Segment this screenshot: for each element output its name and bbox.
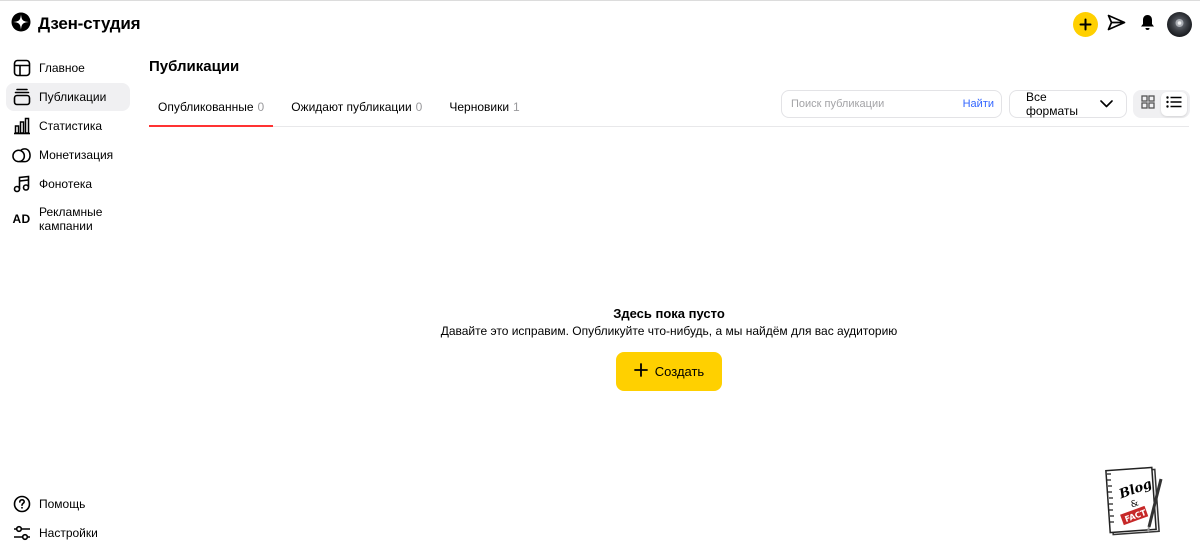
- sidebar-nav: Главное Публикации Статистика Монетизаци…: [6, 54, 130, 240]
- send-button[interactable]: [1101, 11, 1132, 38]
- format-filter-dropdown[interactable]: Все форматы: [1009, 90, 1127, 118]
- sidebar-item-label: Публикации: [39, 90, 107, 104]
- coins-icon: [12, 146, 31, 165]
- sidebar-item-settings[interactable]: Настройки: [6, 519, 130, 547]
- help-icon: [12, 495, 31, 514]
- plus-icon: [633, 363, 648, 380]
- create-button-label: Создать: [654, 364, 705, 379]
- list-view-button[interactable]: [1161, 92, 1187, 116]
- chart-icon: [12, 117, 31, 136]
- search-input[interactable]: [791, 98, 963, 110]
- sidebar-bottom: Помощь Настройки: [6, 490, 130, 548]
- publications-icon: [12, 88, 31, 107]
- empty-state: Здесь пока пусто Давайте это исправим. О…: [369, 306, 969, 338]
- sidebar-item-monetization[interactable]: Монетизация: [6, 141, 130, 169]
- plus-icon: [1073, 12, 1098, 37]
- dashboard-icon: [12, 59, 31, 78]
- notifications-button[interactable]: [1132, 11, 1163, 38]
- tab-published[interactable]: Опубликованные 0: [149, 87, 274, 127]
- tab-count: 0: [257, 99, 265, 114]
- blog-fact-watermark: Blog & FACT: [1105, 465, 1167, 537]
- app-logo[interactable]: Дзен-студия: [11, 12, 141, 37]
- bell-icon: [1140, 14, 1155, 36]
- format-filter-value: Все форматы: [1026, 90, 1079, 118]
- sidebar-item-label: Фонотека: [39, 177, 93, 191]
- tab-drafts[interactable]: Черновики 1: [440, 87, 528, 126]
- empty-state-title: Здесь пока пусто: [613, 306, 725, 321]
- tab-count: 1: [513, 99, 520, 114]
- page-title: Публикации: [149, 58, 240, 75]
- create-quick-button[interactable]: [1070, 11, 1101, 38]
- ad-icon: AD: [12, 212, 31, 226]
- settings-icon: [12, 524, 31, 543]
- list-icon: [1166, 95, 1182, 113]
- grid-view-button[interactable]: [1135, 92, 1161, 116]
- tab-count: 0: [415, 99, 423, 114]
- empty-state-text: Давайте это исправим. Опубликуйте что-ни…: [440, 324, 898, 338]
- sidebar-item-main[interactable]: Главное: [6, 54, 130, 82]
- create-button[interactable]: Создать: [616, 352, 722, 391]
- zen-logo-icon: [11, 12, 31, 37]
- send-icon: [1107, 14, 1126, 36]
- view-mode-toggle: [1133, 90, 1190, 118]
- search-find-button[interactable]: Найти: [963, 98, 994, 110]
- sidebar-item-help[interactable]: Помощь: [6, 490, 130, 518]
- sidebar-item-label: Рекламные кампании: [39, 205, 103, 233]
- avatar[interactable]: [1167, 12, 1192, 37]
- sidebar-item-phonoteka[interactable]: Фонотека: [6, 170, 130, 198]
- sidebar-item-label: Настройки: [39, 526, 98, 540]
- sidebar-item-label: Монетизация: [39, 148, 114, 162]
- sidebar-item-statistics[interactable]: Статистика: [6, 112, 130, 140]
- sidebar-item-label: Статистика: [39, 119, 103, 133]
- top-border: [0, 0, 1200, 1]
- search-box: Найти: [781, 90, 1002, 118]
- music-icon: [12, 175, 31, 194]
- sidebar-item-publications[interactable]: Публикации: [6, 83, 130, 111]
- tab-label: Опубликованные: [158, 99, 254, 114]
- tab-scheduled[interactable]: Ожидают публикации 0: [282, 87, 431, 126]
- tab-label: Черновики: [449, 99, 510, 114]
- sidebar-item-ad-campaigns[interactable]: AD Рекламные кампании: [6, 199, 130, 239]
- sidebar-item-label: Помощь: [39, 497, 86, 511]
- app-title: Дзен-студия: [38, 14, 141, 33]
- tab-label: Ожидают публикации: [291, 99, 412, 114]
- sidebar-item-label: Главное: [39, 61, 85, 75]
- header-actions: [1070, 11, 1192, 38]
- grid-icon: [1141, 94, 1155, 114]
- chevron-down-icon: [1100, 97, 1113, 111]
